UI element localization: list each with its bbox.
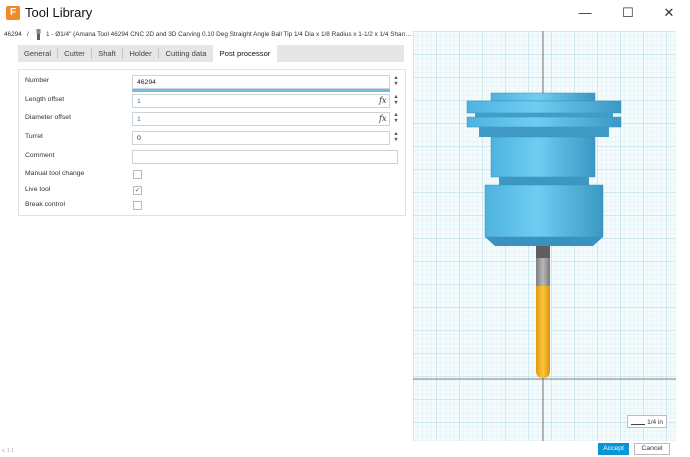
tab-post-processor[interactable]: Post processor	[213, 45, 277, 62]
cutter-flute-model	[536, 286, 550, 378]
tab-cutter[interactable]: Cutter	[58, 45, 91, 62]
tab-bar: General Cutter Shaft Holder Cutting data…	[18, 45, 404, 62]
turret-spinner[interactable]: ▲ ▼	[392, 131, 400, 145]
manual-tool-change-label: Manual tool change	[25, 170, 85, 177]
number-input[interactable]: 46294	[132, 75, 390, 89]
fusion-app-icon: F	[6, 6, 20, 20]
scale-indicator: 1/4 in	[627, 415, 667, 428]
spin-down-icon[interactable]: ▼	[392, 118, 400, 124]
scale-label: 1/4 in	[647, 419, 663, 426]
diameter-offset-fx-icon[interactable]: fx	[379, 114, 386, 123]
diameter-offset-row: Diameter offset 1 fx ▲ ▼	[19, 111, 405, 129]
accept-button[interactable]: Accept	[598, 443, 629, 455]
spin-down-icon[interactable]: ▼	[392, 137, 400, 143]
length-offset-input[interactable]: 1	[132, 94, 390, 108]
version-hint: v. 1.1	[2, 448, 14, 454]
endmill-icon	[36, 29, 41, 40]
break-control-row: Break control	[19, 198, 405, 216]
manual-tool-change-checkbox[interactable]	[133, 170, 142, 179]
number-spinner[interactable]: ▲ ▼	[392, 75, 400, 89]
diameter-offset-spinner[interactable]: ▲ ▼	[392, 112, 400, 126]
tool-shank-model	[536, 246, 550, 286]
live-tool-checkbox[interactable]: ✓	[133, 186, 142, 195]
close-button[interactable]: ✕	[659, 4, 679, 22]
length-offset-label: Length offset	[25, 96, 65, 103]
number-label: Number	[25, 77, 50, 84]
scale-bar-icon	[631, 422, 645, 425]
breadcrumb: 46294 / 1 - Ø1/4" (Amana Tool 46294 CNC …	[0, 28, 412, 42]
diameter-offset-label: Diameter offset	[25, 114, 71, 121]
number-row: Number 46294 ▲ ▼	[19, 74, 405, 92]
turret-label: Turret	[25, 133, 43, 140]
window-title: Tool Library	[25, 5, 93, 20]
break-control-checkbox[interactable]	[133, 201, 142, 210]
cancel-button[interactable]: Cancel	[634, 443, 670, 455]
comment-input[interactable]	[132, 150, 398, 164]
breadcrumb-tool-id[interactable]: 46294	[4, 31, 22, 38]
comment-label: Comment	[25, 152, 55, 159]
minimize-button[interactable]: —	[575, 4, 595, 22]
title-bar: F Tool Library — ☐ ✕	[0, 0, 690, 27]
breadcrumb-tool-description: 1 - Ø1/4" (Amana Tool 46294 CNC 2D and 3…	[46, 31, 412, 38]
spin-down-icon[interactable]: ▼	[392, 81, 400, 87]
number-input-focus-underline	[132, 89, 390, 92]
tab-cutting-data[interactable]: Cutting data	[159, 45, 213, 62]
turret-input[interactable]: 0	[132, 131, 390, 145]
length-offset-row: Length offset 1 fx ▲ ▼	[19, 93, 405, 111]
spin-down-icon[interactable]: ▼	[392, 100, 400, 106]
tab-holder[interactable]: Holder	[123, 45, 158, 62]
maximize-button[interactable]: ☐	[618, 4, 638, 22]
live-tool-label: Live tool	[25, 186, 51, 193]
diameter-offset-input[interactable]: 1	[132, 112, 390, 126]
tab-shaft[interactable]: Shaft	[92, 45, 122, 62]
length-offset-fx-icon[interactable]: fx	[379, 96, 386, 105]
turret-row: Turret 0 ▲ ▼	[19, 130, 405, 148]
tab-general[interactable]: General	[18, 45, 57, 62]
post-processor-panel: Number 46294 ▲ ▼ Length offset 1 fx ▲ ▼ …	[18, 69, 406, 216]
comment-row: Comment	[19, 149, 405, 167]
breadcrumb-separator: /	[27, 31, 29, 38]
break-control-label: Break control	[25, 201, 66, 208]
length-offset-spinner[interactable]: ▲ ▼	[392, 94, 400, 108]
tool-preview-viewport[interactable]	[413, 31, 676, 441]
